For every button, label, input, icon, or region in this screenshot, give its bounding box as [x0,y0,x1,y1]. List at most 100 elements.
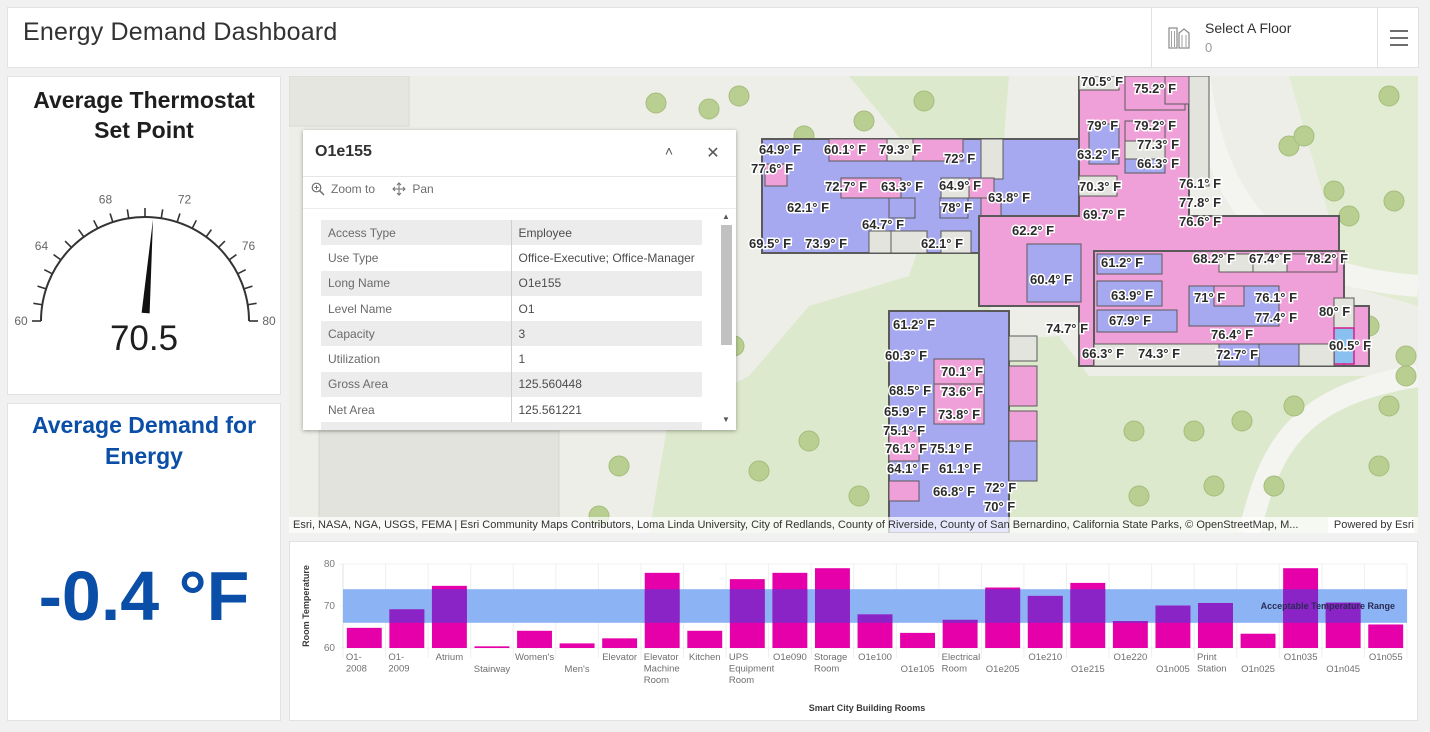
room-temperature-label[interactable]: 66.3° F [1081,345,1126,363]
gauge-major-tick [53,253,62,261]
room-temperature-label[interactable]: 76.1° F [1178,175,1223,193]
room-temperature-label[interactable]: 64.9° F [938,177,983,195]
room-temperature-label[interactable]: 76.1° F [884,440,929,458]
room-temperature-label[interactable]: 62.2° F [1011,222,1056,240]
pan-button[interactable]: Pan [392,182,434,196]
room-temperature-label[interactable]: 70.5° F [1080,76,1125,91]
room-temperature-label[interactable]: 73.6° F [940,383,985,401]
room-temperature-label[interactable]: 77.4° F [1254,309,1299,327]
room-temperature-label[interactable]: 73.8° F [937,406,982,424]
room-temperature-label[interactable]: 80° F [1318,303,1352,321]
room-temperature-label[interactable]: 67.4° F [1248,250,1293,268]
thermostat-gauge: 606468 727680 [14,192,276,327]
x-category-label: 2008 [346,664,367,675]
scroll-down-arrow[interactable]: ▼ [722,415,730,424]
room-temperature-label[interactable]: 79.2° F [1133,117,1178,135]
room-temperature-label[interactable]: 77.6° F [750,160,795,178]
dashboard-header: Energy Demand Dashboard Select A Floor 0 [7,7,1419,68]
room-temperature-label[interactable]: 63.2° F [1076,146,1121,164]
x-category-label: O1e090 [773,652,807,663]
bar[interactable] [602,638,638,648]
room-temperature-label[interactable]: 74.3° F [1137,345,1182,363]
bar[interactable] [687,630,723,648]
room-temperature-label[interactable]: 72.7° F [824,178,869,196]
bar[interactable] [1368,624,1404,648]
room-temperature-label[interactable]: 69.5° F [748,235,793,253]
room-temperature-label[interactable]: 72° F [984,479,1018,497]
x-category-label: O1n005 [1156,664,1190,675]
room-temperature-label[interactable]: 79.3° F [878,141,923,159]
bar[interactable] [900,632,936,648]
gauge-minor-tick [247,302,257,306]
room-temperature-label[interactable]: 79° F [1086,117,1120,135]
room-temperature-label[interactable]: 62.1° F [920,235,965,253]
scrollbar-thumb[interactable] [721,225,732,345]
close-icon[interactable]: ✕ [703,143,723,163]
room-temperature-label[interactable]: 73.9° F [804,235,849,253]
room-temperature-label[interactable]: 70.3° F [1078,178,1123,196]
menu-line [1390,30,1408,32]
room-temperature-label[interactable]: 64.1° F [886,460,931,478]
room-temperature-label[interactable]: 66.8° F [932,483,977,501]
powered-by-esri[interactable]: Powered by Esri [1327,517,1414,533]
room-temperature-label[interactable]: 60.3° F [884,347,929,365]
room-temperature-label[interactable]: 64.7° F [861,216,906,234]
room-temperature-label[interactable]: 75.1° F [929,440,974,458]
zoom-to-button[interactable]: Zoom to [311,182,375,196]
room-temperature-label[interactable]: 61.1° F [938,460,983,478]
attribute-field: Long Name [321,270,512,296]
room-temperature-label[interactable]: 63.3° F [880,178,925,196]
room-temperature-label[interactable]: 77.8° F [1178,194,1223,212]
room-temperature-label[interactable]: 78° F [940,199,974,217]
floor-selector[interactable]: Select A Floor 0 [1151,8,1377,67]
bar[interactable] [942,619,978,648]
room-temperature-label[interactable]: 61.2° F [1100,254,1145,272]
floor-plan-map[interactable]: 64.9° F 60.1° F 79.3° F 72° F 77.6° F 72.7° F… [289,76,1418,533]
room-temperature-label[interactable]: 74.7° F [1045,320,1090,338]
room-temperature-label[interactable]: 70.1° F [940,363,985,381]
gauge-tick-label: 76 [242,239,256,253]
room-temperature-label[interactable]: 69.7° F [1082,206,1127,224]
room-temperature-label[interactable]: 60.4° F [1029,271,1074,289]
room-temperature-label[interactable]: 76.6° F [1178,213,1223,231]
room-temperature-label[interactable]: 63.9° F [1110,287,1155,305]
room-temperature-label[interactable]: 63.8° F [987,189,1032,207]
room-temperature-label[interactable]: 67.9° F [1108,312,1153,330]
room-temperature-label[interactable]: 76.4° F [1210,326,1255,344]
room-temperature-label[interactable]: 77.3° F [1136,136,1181,154]
room-temperature-label[interactable]: 60.5° F [1328,337,1373,355]
tree [853,110,875,132]
room-temperature-label[interactable]: 62.1° F [786,199,831,217]
x-category-label: O1n035 [1284,652,1318,663]
room-temperature-label[interactable]: 68.5° F [888,382,933,400]
chevron-up-icon[interactable]: ˄ [659,143,679,163]
room-temperature-label[interactable]: 71° F [1193,289,1227,307]
attribute-value: O1e155 [511,270,702,296]
room-temperature-label[interactable]: 72° F [943,150,977,168]
room-temperature-label[interactable]: 61.2° F [892,316,937,334]
room-temperature-label[interactable]: 76.1° F [1254,289,1299,307]
bar[interactable] [346,627,382,648]
bar[interactable] [559,643,595,648]
bar-in-range-overlay [389,609,425,623]
room-temperature-label[interactable]: 65.9° F [883,403,928,421]
room-temperature-label[interactable]: 75.2° F [1133,80,1178,98]
bar[interactable] [1112,621,1148,648]
gauge-needle [141,219,154,314]
bar[interactable] [474,646,510,648]
room-temperature-label[interactable]: 60.1° F [823,141,868,159]
scroll-up-arrow[interactable]: ▲ [722,212,730,221]
room-temperature-label[interactable]: 78.2° F [1305,250,1350,268]
room-temperature-label[interactable]: 70° F [983,498,1017,516]
room-temperature-label[interactable]: 66.3° F [1136,155,1181,173]
x-category-label: Room [729,675,754,686]
popup-scrollbar[interactable]: ▲ ▼ [719,210,734,427]
room-temperature-label[interactable]: 72.7° F [1215,346,1260,364]
room-temperature-label[interactable]: 64.9° F [758,141,803,159]
room-temperature-label[interactable]: 75.1° F [882,422,927,440]
bar[interactable] [517,630,552,648]
room-temperature-label[interactable]: 68.2° F [1192,250,1237,268]
hamburger-menu-icon[interactable] [1377,8,1419,67]
feature-popup[interactable]: O1e155 ˄ ✕ Zoom to Pan Access Type Emplo… [303,130,736,430]
bar[interactable] [1240,633,1276,648]
